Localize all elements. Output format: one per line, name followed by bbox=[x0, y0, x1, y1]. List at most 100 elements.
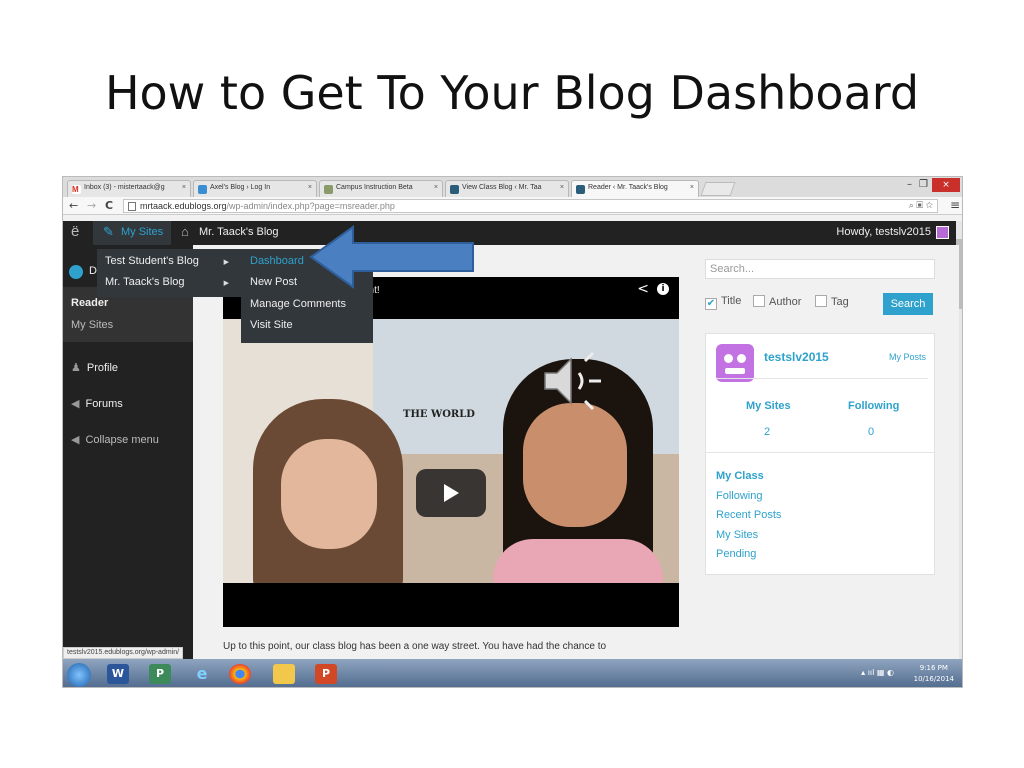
howdy-user[interactable]: Howdy, testslv2015 bbox=[836, 226, 931, 238]
clock-time: 9:16 PM bbox=[919, 664, 948, 672]
page-title: How to Get To Your Blog Dashboard bbox=[104, 66, 920, 120]
my-posts-link[interactable]: My Posts bbox=[889, 352, 926, 362]
submenu-dashboard[interactable]: Dashboard bbox=[250, 255, 304, 267]
filter-title-label: Title bbox=[721, 295, 742, 307]
user-avatar-icon[interactable] bbox=[936, 226, 949, 239]
start-button-icon[interactable] bbox=[67, 663, 91, 687]
new-tab-button[interactable] bbox=[700, 182, 736, 196]
divider bbox=[716, 378, 928, 379]
windows-taskbar: W P e P ▴ ııl ▦ ◐ 9:16 PM 10/16/2014 bbox=[63, 659, 962, 687]
tab-campus-instruction[interactable]: Campus Instruction Beta × bbox=[319, 180, 443, 197]
filter-title-checkbox[interactable]: ✔ Title bbox=[705, 295, 741, 310]
minimize-button[interactable]: – bbox=[907, 179, 912, 190]
close-tab-icon[interactable]: × bbox=[182, 184, 186, 191]
pointer-arrow bbox=[309, 225, 474, 289]
admin-side-menu: D Reader My Sites ♟ Profile ◀ Forums ◀ Coll… bbox=[63, 245, 193, 659]
back-icon[interactable]: ← bbox=[69, 199, 78, 212]
zoom-icon[interactable]: ⌕ ▣ ☆ bbox=[909, 200, 933, 211]
reload-icon[interactable]: C bbox=[105, 199, 113, 212]
filter-tag-label: Tag bbox=[831, 296, 849, 308]
forward-icon[interactable]: → bbox=[87, 199, 96, 212]
link-my-class[interactable]: My Class bbox=[716, 470, 764, 482]
menu-my-sites[interactable]: My Sites bbox=[71, 319, 113, 331]
tab-reader[interactable]: Reader ‹ Mr. Taack's Blog × bbox=[571, 180, 699, 197]
play-button[interactable] bbox=[416, 469, 486, 517]
link-following[interactable]: Following bbox=[716, 490, 762, 502]
menu-reader[interactable]: Reader bbox=[71, 297, 108, 309]
navigation-bar: ← → C mrtaack.edublogs.org/wp-admin/inde… bbox=[63, 197, 962, 215]
megaphone-icon: ◀ bbox=[71, 398, 80, 410]
divider bbox=[706, 452, 934, 453]
window-close-button[interactable]: × bbox=[932, 178, 960, 192]
menu-icon[interactable]: ≡ bbox=[950, 198, 960, 212]
edublogs-icon bbox=[198, 185, 207, 194]
word-icon[interactable]: W bbox=[107, 664, 129, 684]
tab-axels-blog[interactable]: Axel's Blog › Log In × bbox=[193, 180, 317, 197]
caret-right-icon: ▶ bbox=[223, 259, 229, 266]
info-icon[interactable]: i bbox=[657, 283, 669, 295]
campus-icon bbox=[324, 185, 333, 194]
link-my-sites[interactable]: My Sites bbox=[716, 529, 758, 541]
dropdown-item-mr-taacks-blog[interactable]: Mr. Taack's Blog bbox=[105, 276, 185, 288]
menu-profile-label: Profile bbox=[86, 362, 119, 374]
close-tab-icon[interactable]: × bbox=[308, 184, 312, 191]
play-icon bbox=[444, 484, 459, 502]
address-bar[interactable]: mrtaack.edublogs.org/wp-admin/index.php?… bbox=[123, 199, 938, 213]
link-recent-posts[interactable]: Recent Posts bbox=[716, 509, 781, 521]
blog-menu[interactable]: ⌂ Mr. Taack's Blog bbox=[181, 224, 279, 239]
person-icon: ♟ bbox=[71, 362, 81, 374]
close-tab-icon[interactable]: × bbox=[690, 184, 694, 191]
share-icon[interactable]: < bbox=[637, 281, 649, 297]
chrome-icon[interactable] bbox=[229, 664, 251, 684]
menu-collapse[interactable]: ◀ Collapse menu bbox=[71, 433, 159, 446]
avatar[interactable] bbox=[716, 344, 754, 382]
filter-tag-checkbox[interactable]: Tag bbox=[815, 295, 849, 308]
my-sites-menu[interactable]: ✎ My Sites bbox=[93, 221, 172, 245]
my-sites-dropdown: Test Student's Blog ▶ Mr. Taack's Blog ▶ bbox=[97, 249, 241, 297]
post-body-text: Up to this point, our class blog has bee… bbox=[223, 641, 607, 652]
child-right-shirt bbox=[493, 539, 663, 583]
search-input[interactable]: Search... bbox=[705, 259, 935, 279]
close-tab-icon[interactable]: × bbox=[434, 184, 438, 191]
reader-sidebar: Search... ✔ Title Author Tag Search tests… bbox=[701, 245, 959, 659]
clock[interactable]: 9:16 PM 10/16/2014 bbox=[914, 663, 954, 685]
status-url: testslv2015.edublogs.org/wp-admin/ bbox=[63, 647, 184, 659]
checkbox-empty bbox=[753, 295, 765, 307]
tab-view-class-blog[interactable]: View Class Blog ‹ Mr. Taa × bbox=[445, 180, 569, 197]
link-pending[interactable]: Pending bbox=[716, 548, 756, 560]
tab-inbox[interactable]: M Inbox (3) - mistertaack@g × bbox=[67, 180, 191, 197]
page-icon bbox=[128, 202, 136, 211]
internet-explorer-icon[interactable]: e bbox=[191, 664, 213, 684]
edublogs-icon bbox=[576, 185, 585, 194]
system-tray-icons[interactable]: ▴ ııl ▦ ◐ bbox=[861, 668, 894, 677]
filter-author-checkbox[interactable]: Author bbox=[753, 295, 801, 308]
avatar-eye bbox=[724, 354, 733, 363]
tab-label: Inbox (3) - mistertaack@g bbox=[84, 184, 165, 191]
avatar-mouth bbox=[725, 368, 745, 374]
collapse-icon: ◀ bbox=[71, 434, 80, 446]
wrench-icon: ✎ bbox=[103, 224, 114, 239]
stat-following-label[interactable]: Following bbox=[848, 400, 899, 412]
submenu-new-post[interactable]: New Post bbox=[250, 276, 297, 288]
stat-my-sites-label[interactable]: My Sites bbox=[746, 400, 791, 412]
filter-author-label: Author bbox=[769, 296, 802, 308]
dropdown-item-test-students-blog[interactable]: Test Student's Blog bbox=[105, 255, 199, 267]
file-explorer-icon[interactable] bbox=[273, 664, 295, 684]
clock-date: 10/16/2014 bbox=[913, 675, 954, 683]
profile-username[interactable]: testslv2015 bbox=[764, 350, 829, 364]
publisher-icon[interactable]: P bbox=[149, 664, 171, 684]
dashboard-letter[interactable]: D bbox=[89, 265, 97, 277]
submenu-visit-site[interactable]: Visit Site bbox=[250, 319, 293, 331]
powerpoint-icon[interactable]: P bbox=[315, 664, 337, 684]
restore-button[interactable]: ❐ bbox=[919, 179, 928, 190]
search-button[interactable]: Search bbox=[883, 293, 933, 315]
dashboard-icon[interactable] bbox=[69, 265, 83, 279]
menu-forums[interactable]: ◀ Forums bbox=[71, 397, 123, 410]
close-tab-icon[interactable]: × bbox=[560, 184, 564, 191]
url-host: mrtaack.edublogs.org bbox=[140, 201, 227, 211]
edublogs-logo-icon[interactable]: ё bbox=[71, 223, 79, 240]
submenu-manage-comments[interactable]: Manage Comments bbox=[250, 298, 346, 310]
avatar-eye bbox=[737, 354, 746, 363]
tab-label: Reader ‹ Mr. Taack's Blog bbox=[588, 184, 668, 191]
menu-profile[interactable]: ♟ Profile bbox=[71, 361, 118, 374]
